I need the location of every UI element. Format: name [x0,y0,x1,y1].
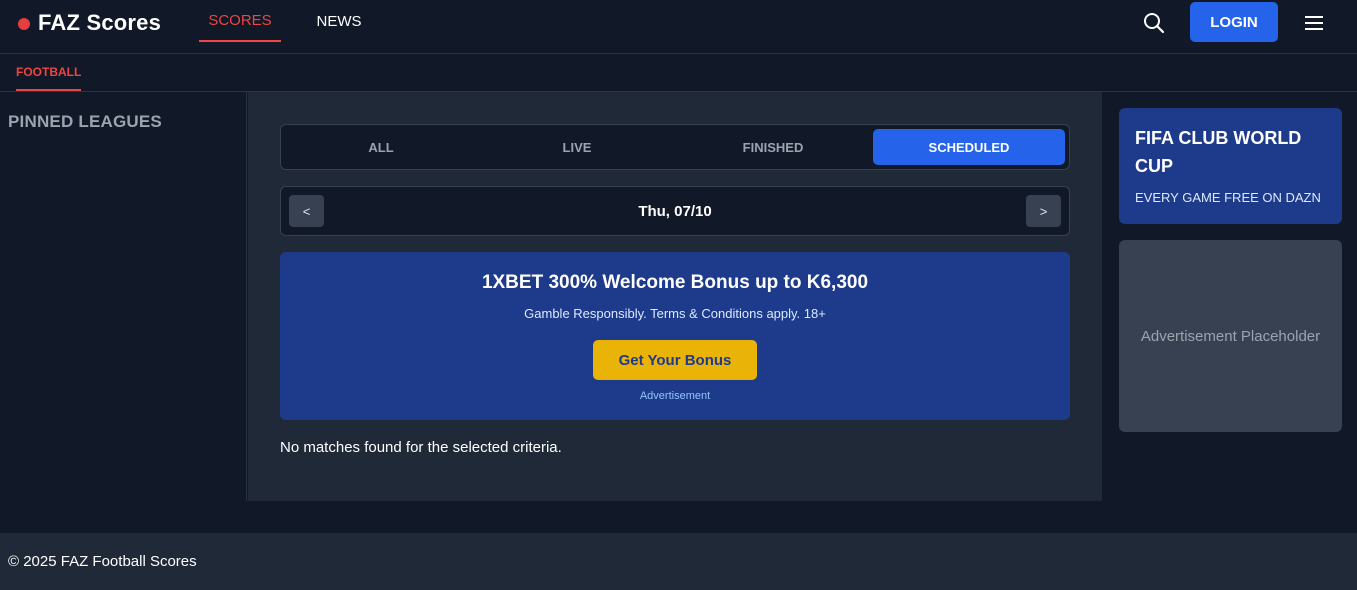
promo-card-title: FIFA CLUB WORLD CUP [1135,128,1302,176]
search-button[interactable] [1140,9,1168,37]
current-date: Thu, 07/10 [638,202,712,220]
page-footer: © 2025 FAZ Football Scores [0,533,1357,590]
previous-day-button[interactable]: < [289,195,324,227]
main-content: ALL LIVE FINISHED SCHEDULED Thu, 07/10 <… [248,92,1102,501]
filter-tab-finished[interactable]: FINISHED [677,129,869,165]
match-filter-tabs: ALL LIVE FINISHED SCHEDULED [280,124,1070,170]
bonus-promo-banner: 1XBET 300% Welcome Bonus up to K6,300 Ga… [280,252,1070,420]
menu-button[interactable] [1300,9,1328,37]
right-sidebar: FIFA CLUB WORLD CUP EVERY GAME FREE ON D… [1103,92,1357,501]
logo-text: FAZ Scores [38,10,162,35]
advertisement-placeholder: Advertisement Placeholder [1119,240,1342,432]
login-button[interactable]: LOGIN [1190,2,1278,42]
next-day-button[interactable]: > [1026,195,1061,227]
fifa-club-world-cup-card[interactable]: FIFA CLUB WORLD CUP EVERY GAME FREE ON D… [1119,108,1342,224]
red-dot-icon [18,18,30,30]
search-icon [1144,13,1165,34]
site-logo[interactable]: FAZ Scores [18,10,161,36]
date-navigator: Thu, 07/10 < > [280,186,1070,236]
pinned-leagues-title: PINNED LEAGUES [8,112,162,131]
empty-matches-message: No matches found for the selected criter… [280,439,562,456]
get-bonus-button[interactable]: Get Your Bonus [593,340,757,380]
nav-news[interactable]: NEWS [308,0,370,42]
hamburger-menu-icon [1305,16,1323,30]
advertisement-label: Advertisement [639,390,711,402]
promo-subtitle: Gamble Responsibly. Terms & Conditions a… [524,306,826,321]
filter-tab-scheduled[interactable]: SCHEDULED [873,129,1065,165]
left-sidebar: PINNED LEAGUES [0,92,247,501]
sport-tabs-bar: FOOTBALL [0,55,1357,92]
copyright-text: © 2025 FAZ Football Scores [8,553,197,570]
promo-card-subtitle: EVERY GAME FREE ON DAZN [1135,190,1321,205]
nav-scores[interactable]: SCORES [199,0,281,42]
filter-tab-live[interactable]: LIVE [481,129,673,165]
tab-football[interactable]: FOOTBALL [16,55,82,91]
promo-title: 1XBET 300% Welcome Bonus up to K6,300 [481,272,869,293]
top-header: FAZ Scores SCORES NEWS LOGIN [0,0,1357,54]
filter-tab-all[interactable]: ALL [285,129,477,165]
